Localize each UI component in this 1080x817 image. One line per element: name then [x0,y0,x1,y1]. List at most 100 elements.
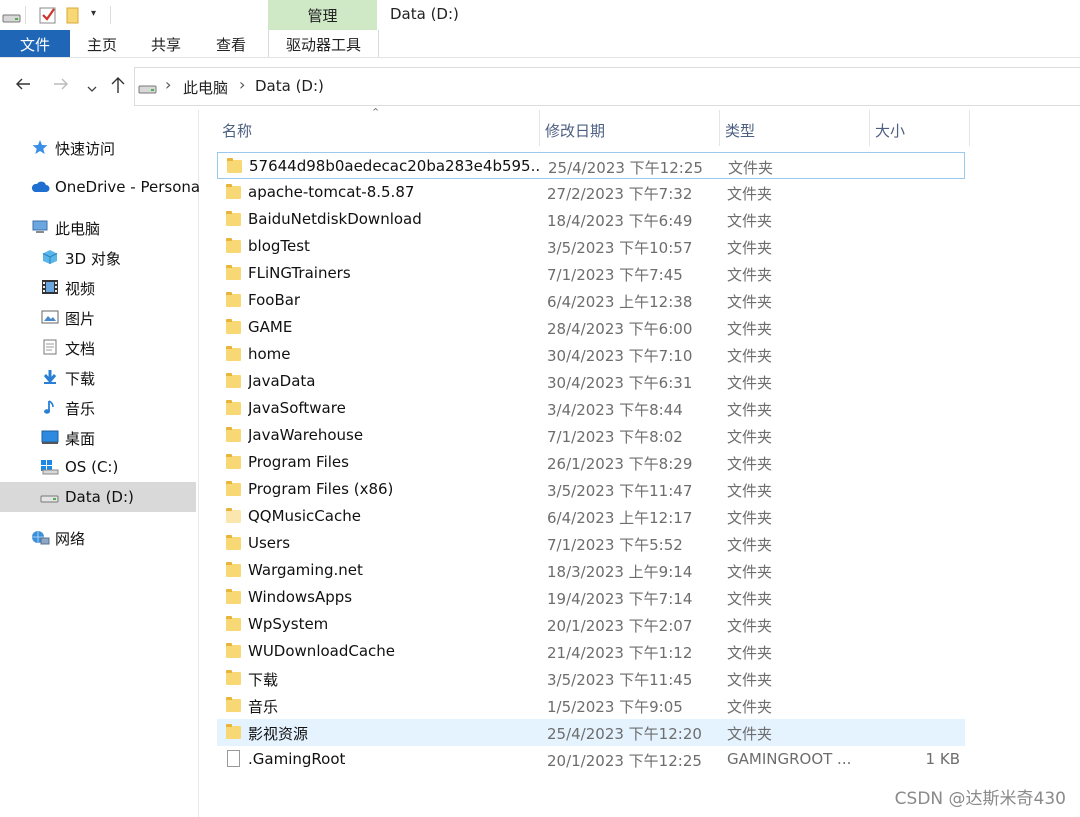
folder-icon [226,562,241,577]
manage-tab-label: 管理 [307,7,338,25]
back-arrow-icon[interactable] [14,75,32,96]
file-row[interactable]: WpSystem 20/1/2023 下午2:07 文件夹 [217,611,965,638]
sidebar-item-3d-objects[interactable]: 3D 对象 [0,242,196,272]
file-row[interactable]: 下载 3/5/2023 下午11:45 文件夹 [217,665,965,692]
file-row[interactable]: JavaWarehouse 7/1/2023 下午8:02 文件夹 [217,422,965,449]
tab-share[interactable]: 共享 [151,34,181,55]
sidebar-item-desktop[interactable]: 桌面 [0,422,196,452]
music-note-icon [41,399,59,415]
tab-drive-tools[interactable]: 驱动器工具 [268,30,379,57]
file-date-modified: 7/1/2023 下午8:02 [547,428,683,446]
file-row[interactable]: JavaData 30/4/2023 下午6:31 文件夹 [217,368,965,395]
sidebar-item-videos[interactable]: 视频 [0,272,196,302]
sidebar-item-downloads[interactable]: 下载 [0,362,196,392]
sidebar-item-music[interactable]: 音乐 [0,392,196,422]
file-row[interactable]: Program Files (x86) 3/5/2023 下午11:47 文件夹 [217,476,965,503]
file-row[interactable]: apache-tomcat-8.5.87 27/2/2023 下午7:32 文件夹 [217,179,965,206]
breadcrumb-separator-icon[interactable]: › [239,75,245,94]
file-row[interactable]: Wargaming.net 18/3/2023 上午9:14 文件夹 [217,557,965,584]
customize-toolbar-chevron-icon[interactable]: ▾ [91,8,96,19]
new-folder-icon[interactable] [66,6,80,28]
breadcrumb-separator-icon[interactable]: › [165,75,171,94]
file-date-modified: 3/5/2023 下午11:47 [547,482,693,500]
file-row[interactable]: WUDownloadCache 21/4/2023 下午1:12 文件夹 [217,638,965,665]
file-type: 文件夹 [727,644,773,662]
folder-icon [226,724,241,739]
file-date-modified: 26/1/2023 下午8:29 [547,455,693,473]
sidebar-item-network[interactable]: 网络 [0,522,196,552]
file-row[interactable]: .GamingRoot 20/1/2023 下午12:25 GAMINGROOT .… [217,746,965,773]
manage-context-tab[interactable]: 管理 [268,0,377,30]
file-date-modified: 1/5/2023 下午9:05 [547,698,683,716]
file-name: 音乐 [248,698,279,716]
file-icon [227,750,240,767]
file-row[interactable]: blogTest 3/5/2023 下午10:57 文件夹 [217,233,965,260]
sidebar-item-os-drive[interactable]: OS (C:) [0,452,196,482]
file-name: Users [248,534,291,552]
file-name: blogTest [248,237,310,255]
sidebar-item-documents[interactable]: 文档 [0,332,196,362]
tab-home[interactable]: 主页 [87,34,117,55]
file-type: 文件夹 [727,455,773,473]
sidebar-item-pictures[interactable]: 图片 [0,302,196,332]
sidebar-item-label: 3D 对象 [65,250,121,268]
file-row[interactable]: 57644d98b0aedecac20ba283e4b595... 25/4/20… [217,152,965,179]
column-header-type[interactable]: 类型 [720,110,870,146]
file-row[interactable]: JavaSoftware 3/4/2023 下午8:44 文件夹 [217,395,965,422]
sidebar-item-label: OneDrive - Persona [55,178,201,196]
folder-icon [226,454,241,469]
file-name: JavaData [248,372,316,390]
file-name: apache-tomcat-8.5.87 [248,183,415,201]
file-type: 文件夹 [727,320,773,338]
navigation-bar: › 此电脑 › Data (D:) [0,67,1080,106]
forward-arrow-icon[interactable] [52,75,70,96]
file-row[interactable]: QQMusicCache 6/4/2023 上午12:17 文件夹 [217,503,965,530]
folder-icon [226,616,241,631]
sidebar-item-label: 音乐 [65,400,96,418]
navigation-pane: 快速访问 OneDrive - Persona 此电脑 3D 对象 视频 图片 [0,110,200,817]
address-bar[interactable]: › 此电脑 › Data (D:) [134,67,1080,106]
folder-icon [226,427,241,442]
sidebar-item-data-drive[interactable]: Data (D:) [0,482,196,512]
file-row[interactable]: home 30/4/2023 下午7:10 文件夹 [217,341,965,368]
file-row[interactable]: 音乐 1/5/2023 下午9:05 文件夹 [217,692,965,719]
up-arrow-icon[interactable] [109,75,127,98]
file-row[interactable]: GAME 28/4/2023 下午6:00 文件夹 [217,314,965,341]
sidebar-item-onedrive[interactable]: OneDrive - Persona [0,172,200,202]
file-name: JavaWarehouse [248,426,364,444]
breadcrumb-data-drive[interactable]: Data (D:) [255,77,324,95]
properties-checkmark-icon[interactable] [39,6,57,28]
drive-icon [40,489,60,505]
file-row[interactable]: WindowsApps 19/4/2023 下午7:14 文件夹 [217,584,965,611]
file-date-modified: 7/1/2023 下午7:45 [547,266,683,284]
file-type: 文件夹 [727,617,773,635]
network-icon [30,529,50,545]
sidebar-item-label: 图片 [65,310,96,328]
tab-view[interactable]: 查看 [216,34,246,55]
windows-drive-icon [40,459,60,475]
file-type: 文件夹 [727,698,773,716]
file-row[interactable]: Program Files 26/1/2023 下午8:29 文件夹 [217,449,965,476]
column-header-name[interactable]: 名称 ⌃ [217,106,540,146]
download-arrow-icon [41,369,59,385]
file-row[interactable]: Users 7/1/2023 下午5:52 文件夹 [217,530,965,557]
toolbar-divider [110,6,111,24]
file-date-modified: 3/5/2023 下午11:45 [547,671,693,689]
column-header-date-modified[interactable]: 修改日期 [540,110,720,146]
tab-file[interactable]: 文件 [0,30,70,57]
breadcrumb-this-pc[interactable]: 此电脑 [183,77,228,98]
sidebar-item-quick-access[interactable]: 快速访问 [0,132,196,162]
sort-ascending-icon: ⌃ [371,106,381,119]
sidebar-item-this-pc[interactable]: 此电脑 [0,212,196,242]
drive-icon[interactable] [2,9,22,28]
window-title: Data (D:) [390,5,459,23]
file-name: GAME [248,318,293,336]
sidebar-item-label: Data (D:) [65,488,134,506]
recent-locations-chevron-icon[interactable] [86,78,98,98]
file-type: 文件夹 [727,266,773,284]
file-row[interactable]: FooBar 6/4/2023 上午12:38 文件夹 [217,287,965,314]
column-header-size[interactable]: 大小 [870,110,970,146]
file-row[interactable]: BaiduNetdiskDownload 18/4/2023 下午6:49 文件夹 [217,206,965,233]
file-row[interactable]: FLiNGTrainers 7/1/2023 下午7:45 文件夹 [217,260,965,287]
file-row[interactable]: 影视资源 25/4/2023 下午12:20 文件夹 [217,719,965,746]
